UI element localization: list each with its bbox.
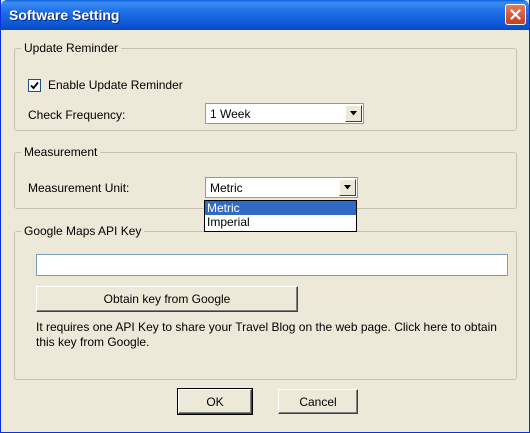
check-frequency-value: 1 Week	[210, 107, 251, 121]
measurement-legend: Measurement	[21, 145, 101, 159]
update-reminder-group: Update Reminder Enable Update Reminder C…	[14, 41, 517, 131]
api-key-input[interactable]	[36, 254, 508, 276]
option-metric[interactable]: Metric	[205, 201, 356, 215]
option-imperial[interactable]: Imperial	[205, 215, 356, 229]
close-button[interactable]	[505, 4, 526, 25]
cancel-button[interactable]: Cancel	[278, 389, 358, 414]
close-x-icon	[510, 9, 521, 20]
window-title: Software Setting	[9, 7, 120, 23]
software-setting-dialog: Software Setting Update Reminder Enable …	[0, 0, 530, 433]
update-reminder-legend: Update Reminder	[21, 41, 122, 55]
enable-update-reminder-label: Enable Update Reminder	[48, 78, 183, 92]
measurement-unit-label: Measurement Unit:	[28, 181, 130, 195]
api-key-description[interactable]: It requires one API Key to share your Tr…	[36, 320, 506, 350]
measurement-unit-value: Metric	[210, 181, 243, 195]
check-frequency-select[interactable]: 1 Week	[205, 103, 364, 124]
checkmark-icon	[30, 81, 39, 90]
check-frequency-label: Check Frequency:	[28, 108, 126, 122]
measurement-unit-select[interactable]: Metric	[205, 177, 358, 198]
dialog-body: Update Reminder Enable Update Reminder C…	[4, 30, 526, 430]
measurement-unit-dropdown-button[interactable]	[339, 179, 356, 196]
google-maps-api-key-group: Google Maps API Key Obtain key from Goog…	[14, 224, 517, 380]
ok-button[interactable]: OK	[177, 388, 253, 415]
measurement-unit-dropdown-list: Metric Imperial	[204, 200, 357, 232]
obtain-key-button[interactable]: Obtain key from Google	[36, 286, 298, 312]
title-bar[interactable]: Software Setting	[1, 0, 529, 30]
chevron-down-icon	[344, 185, 351, 190]
enable-update-reminder-checkbox[interactable]	[28, 79, 41, 92]
check-frequency-dropdown-button[interactable]	[345, 105, 362, 122]
google-maps-api-key-legend: Google Maps API Key	[21, 224, 145, 238]
chevron-down-icon	[350, 111, 357, 116]
